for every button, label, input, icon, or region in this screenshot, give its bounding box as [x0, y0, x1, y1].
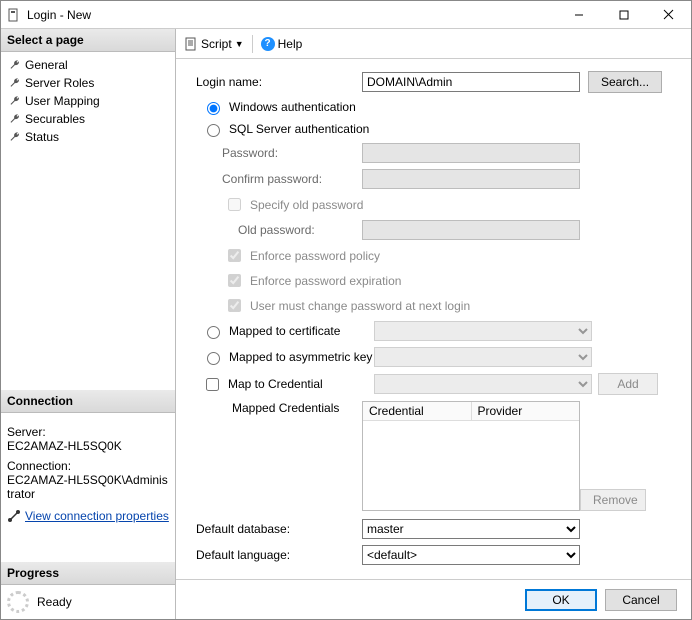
- progress-status: Ready: [37, 595, 72, 609]
- page-general[interactable]: General: [1, 56, 175, 74]
- page-securables[interactable]: Securables: [1, 110, 175, 128]
- enforce-policy-input: [228, 249, 241, 262]
- old-password-label: Old password:: [190, 223, 362, 237]
- page-label: General: [25, 58, 68, 72]
- page-server-roles[interactable]: Server Roles: [1, 74, 175, 92]
- specify-old-password-check: Specify old password: [190, 195, 677, 214]
- connection-header: Connection: [1, 390, 175, 413]
- page-label: Status: [25, 130, 59, 144]
- radio-label: Mapped to certificate: [229, 324, 340, 338]
- credential-column-header: Credential: [363, 402, 472, 421]
- progress-header: Progress: [1, 562, 175, 585]
- chevron-down-icon: ▼: [235, 39, 244, 49]
- help-icon: ?: [261, 37, 275, 51]
- page-label: Server Roles: [25, 76, 94, 90]
- default-database-select[interactable]: master: [362, 519, 580, 539]
- remove-button: Remove: [580, 489, 646, 511]
- sql-auth-radio[interactable]: SQL Server authentication: [190, 121, 677, 137]
- toolbar-separator: [252, 35, 253, 53]
- check-label: User must change password at next login: [250, 299, 470, 313]
- window-title: Login - New: [27, 8, 91, 22]
- login-name-input[interactable]: [362, 72, 580, 92]
- add-button: Add: [598, 373, 658, 395]
- check-label: Map to Credential: [228, 377, 323, 391]
- mapped-asym-radio-input[interactable]: [207, 352, 220, 365]
- server-value: EC2AMAZ-HL5SQ0K: [7, 439, 169, 453]
- page-user-mapping[interactable]: User Mapping: [1, 92, 175, 110]
- mapped-asym-radio[interactable]: Mapped to asymmetric key: [190, 349, 374, 365]
- page-status[interactable]: Status: [1, 128, 175, 146]
- must-change-input: [228, 299, 241, 312]
- password-label: Password:: [190, 146, 362, 160]
- mapped-cert-select: [374, 321, 592, 341]
- app-icon: [7, 8, 21, 22]
- script-dropdown[interactable]: Script ▼: [184, 37, 244, 51]
- check-label: Enforce password policy: [250, 249, 380, 263]
- mapped-cert-radio-input[interactable]: [207, 326, 220, 339]
- mapped-credentials-grid[interactable]: Credential Provider: [362, 401, 580, 511]
- check-label: Enforce password expiration: [250, 274, 401, 288]
- server-label: Server:: [7, 425, 169, 439]
- script-label: Script: [201, 37, 232, 51]
- windows-auth-radio-input[interactable]: [207, 102, 220, 115]
- mapped-credentials-label: Mapped Credentials: [190, 401, 362, 415]
- connection-label: Connection:: [7, 459, 169, 473]
- must-change-check: User must change password at next login: [190, 296, 677, 315]
- page-label: Securables: [25, 112, 85, 126]
- view-connection-properties-link[interactable]: View connection properties: [7, 509, 169, 523]
- radio-label: Windows authentication: [229, 100, 356, 114]
- maximize-button[interactable]: [601, 1, 646, 29]
- search-button[interactable]: Search...: [588, 71, 662, 93]
- titlebar: Login - New: [1, 1, 691, 29]
- link-label: View connection properties: [25, 509, 169, 523]
- confirm-password-input: [362, 169, 580, 189]
- radio-label: SQL Server authentication: [229, 122, 369, 136]
- connection-value: EC2AMAZ-HL5SQ0K\Administrator: [7, 473, 169, 501]
- cancel-button[interactable]: Cancel: [605, 589, 677, 611]
- close-button[interactable]: [646, 1, 691, 29]
- windows-auth-radio[interactable]: Windows authentication: [190, 99, 677, 115]
- sql-auth-radio-input[interactable]: [207, 124, 220, 137]
- map-credential-select: [374, 374, 592, 394]
- minimize-button[interactable]: [556, 1, 601, 29]
- default-language-select[interactable]: <default>: [362, 545, 580, 565]
- map-credential-input[interactable]: [206, 378, 219, 391]
- old-password-input: [362, 220, 580, 240]
- help-button[interactable]: ? Help: [261, 37, 303, 51]
- help-label: Help: [278, 37, 303, 51]
- password-input: [362, 143, 580, 163]
- connection-icon: [7, 509, 21, 523]
- mapped-cert-radio[interactable]: Mapped to certificate: [190, 323, 374, 339]
- map-credential-check[interactable]: Map to Credential: [190, 375, 374, 394]
- provider-column-header: Provider: [472, 402, 580, 421]
- select-page-header: Select a page: [1, 29, 175, 52]
- default-database-label: Default database:: [190, 522, 362, 536]
- enforce-policy-check: Enforce password policy: [190, 246, 677, 265]
- specify-old-password-input: [228, 198, 241, 211]
- enforce-expiration-check: Enforce password expiration: [190, 271, 677, 290]
- confirm-password-label: Confirm password:: [190, 172, 362, 186]
- page-label: User Mapping: [25, 94, 100, 108]
- progress-spinner-icon: [7, 591, 29, 613]
- login-name-label: Login name:: [190, 75, 362, 89]
- ok-button[interactable]: OK: [525, 589, 597, 611]
- page-list: General Server Roles User Mapping Secura…: [1, 52, 175, 150]
- radio-label: Mapped to asymmetric key: [229, 350, 372, 364]
- enforce-expiration-input: [228, 274, 241, 287]
- script-icon: [184, 37, 198, 51]
- check-label: Specify old password: [250, 198, 363, 212]
- mapped-asym-select: [374, 347, 592, 367]
- default-language-label: Default language:: [190, 548, 362, 562]
